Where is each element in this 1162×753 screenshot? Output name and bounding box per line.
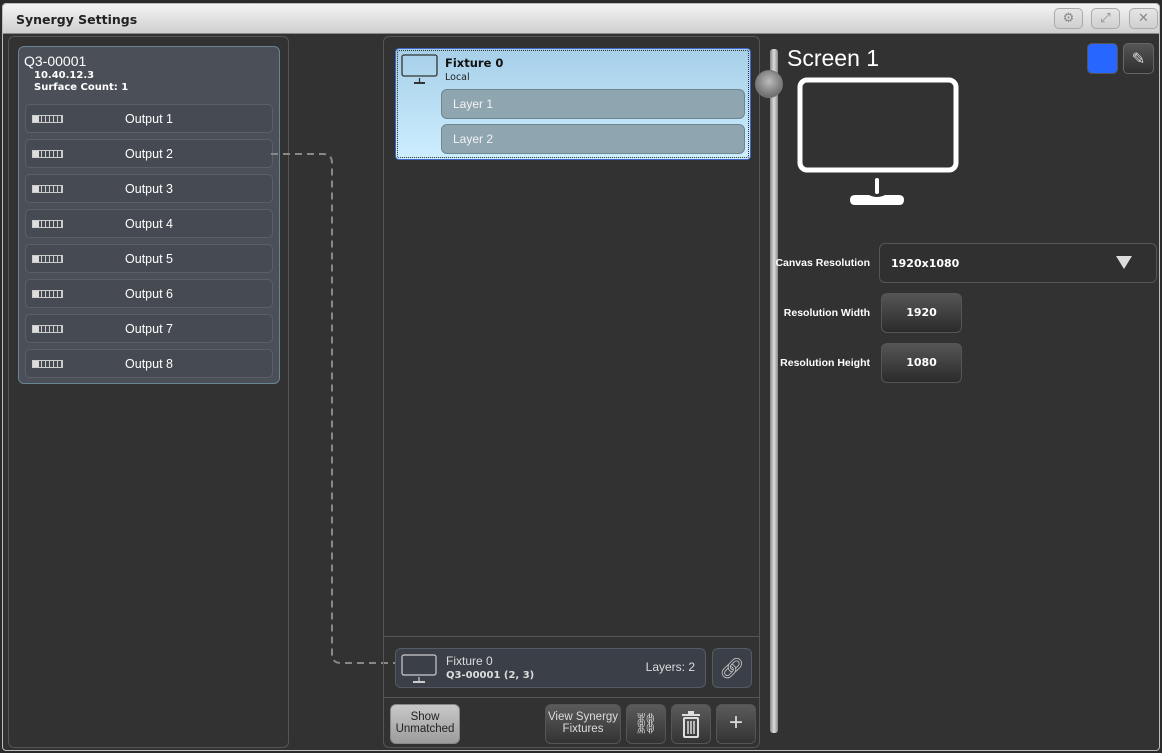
output-label: Output 3 bbox=[125, 182, 173, 196]
unlink-icon: ⛓ bbox=[633, 713, 659, 735]
fixture-location: Local bbox=[445, 72, 470, 83]
monitor-icon bbox=[401, 54, 438, 84]
divider bbox=[384, 697, 759, 698]
output-label: Output 7 bbox=[125, 322, 173, 336]
title-bar: Synergy Settings ⚙ ⤢ ✕ bbox=[3, 4, 1159, 34]
link-button[interactable]: 🔗︎ bbox=[712, 648, 752, 688]
screen-monitor-icon bbox=[797, 77, 959, 205]
output-label: Output 1 bbox=[125, 112, 173, 126]
output-row[interactable]: Output 1 bbox=[25, 104, 273, 133]
layer-button[interactable]: Layer 1 bbox=[441, 89, 745, 119]
output-row[interactable]: Output 5 bbox=[25, 244, 273, 273]
pencil-icon: ✎ bbox=[1131, 49, 1146, 68]
output-row[interactable]: Output 2 bbox=[25, 139, 273, 168]
screen-color-swatch[interactable] bbox=[1087, 43, 1118, 74]
device-ip: 10.40.12.3 bbox=[34, 70, 95, 81]
view-synergy-fixtures-button[interactable]: View Synergy Fixtures bbox=[545, 704, 621, 744]
output-label: Output 2 bbox=[125, 147, 173, 161]
screen-title: Screen 1 bbox=[787, 45, 880, 71]
canvas-resolution-label: Canvas Resolution bbox=[775, 257, 870, 269]
output-row[interactable]: Output 4 bbox=[25, 209, 273, 238]
output-label: Output 6 bbox=[125, 287, 173, 301]
layer-button[interactable]: Layer 2 bbox=[441, 124, 745, 154]
fixture-card[interactable]: Fixture 0 Local Layer 1 Layer 2 bbox=[395, 48, 751, 160]
device-name: Q3-00001 bbox=[24, 53, 87, 69]
output-label: Output 5 bbox=[125, 252, 173, 266]
output-label: Output 4 bbox=[125, 217, 173, 231]
output-row[interactable]: Output 3 bbox=[25, 174, 273, 203]
matched-source: Q3-00001 (2, 3) bbox=[446, 670, 535, 681]
output-row[interactable]: Output 6 bbox=[25, 279, 273, 308]
output-label: Output 8 bbox=[125, 357, 173, 371]
edit-button[interactable]: ✎ bbox=[1123, 43, 1154, 74]
unlink-button[interactable]: ⛓ bbox=[626, 704, 666, 744]
monitor-icon bbox=[401, 654, 437, 683]
matched-fixture-row[interactable]: Fixture 0 Q3-00001 (2, 3) Layers: 2 bbox=[395, 648, 706, 688]
plus-icon: + bbox=[728, 709, 743, 736]
gear-icon: ⚙ bbox=[1062, 11, 1075, 26]
divider bbox=[384, 636, 759, 637]
synergy-settings-window: Synergy Settings ⚙ ⤢ ✕ Q3-00001 10.40.12… bbox=[2, 3, 1160, 751]
fixture-panel: Fixture 0 Local Layer 1 Layer 2 Fixture … bbox=[383, 36, 760, 748]
delete-button[interactable] bbox=[671, 704, 711, 744]
canvas-resolution-dropdown[interactable]: 1920x1080 bbox=[879, 243, 1157, 283]
button-label: Unmatched bbox=[395, 723, 455, 735]
canvas-resolution-value: 1920x1080 bbox=[891, 257, 960, 270]
zoom-slider-thumb[interactable] bbox=[755, 70, 783, 98]
resolution-width-label: Resolution Width bbox=[783, 307, 870, 319]
matched-layer-count: Layers: 2 bbox=[645, 660, 695, 674]
fixture-name: Fixture 0 bbox=[445, 56, 504, 70]
output-row[interactable]: Output 8 bbox=[25, 349, 273, 378]
resolution-width-field[interactable]: 1920 bbox=[881, 293, 962, 333]
button-label: Fixtures bbox=[562, 723, 604, 735]
button-label: Show bbox=[410, 711, 440, 723]
trash-icon bbox=[682, 711, 700, 738]
button-label: View Synergy bbox=[547, 711, 619, 723]
matched-fixture-name: Fixture 0 bbox=[446, 654, 493, 668]
zoom-slider-track[interactable] bbox=[770, 49, 778, 733]
resolution-height-label: Resolution Height bbox=[780, 357, 870, 369]
close-icon: ✕ bbox=[1138, 11, 1149, 26]
resize-button[interactable]: ⤢ bbox=[1091, 8, 1120, 29]
add-button[interactable]: + bbox=[716, 704, 756, 744]
dropdown-caret-icon bbox=[1116, 256, 1132, 269]
window-title: Synergy Settings bbox=[16, 12, 138, 27]
resolution-height-field[interactable]: 1080 bbox=[881, 343, 962, 383]
device-card[interactable]: Q3-00001 10.40.12.3 Surface Count: 1 Out… bbox=[18, 46, 280, 384]
link-icon: 🔗︎ bbox=[719, 656, 745, 680]
connection-line bbox=[271, 153, 397, 664]
surface-count: Surface Count: 1 bbox=[34, 82, 129, 93]
settings-button[interactable]: ⚙ bbox=[1054, 8, 1083, 29]
output-row[interactable]: Output 7 bbox=[25, 314, 273, 343]
close-button[interactable]: ✕ bbox=[1129, 8, 1158, 29]
show-unmatched-button[interactable]: Show Unmatched bbox=[390, 704, 460, 744]
device-panel: Q3-00001 10.40.12.3 Surface Count: 1 Out… bbox=[8, 36, 289, 748]
resize-icon: ⤢ bbox=[1100, 11, 1111, 26]
